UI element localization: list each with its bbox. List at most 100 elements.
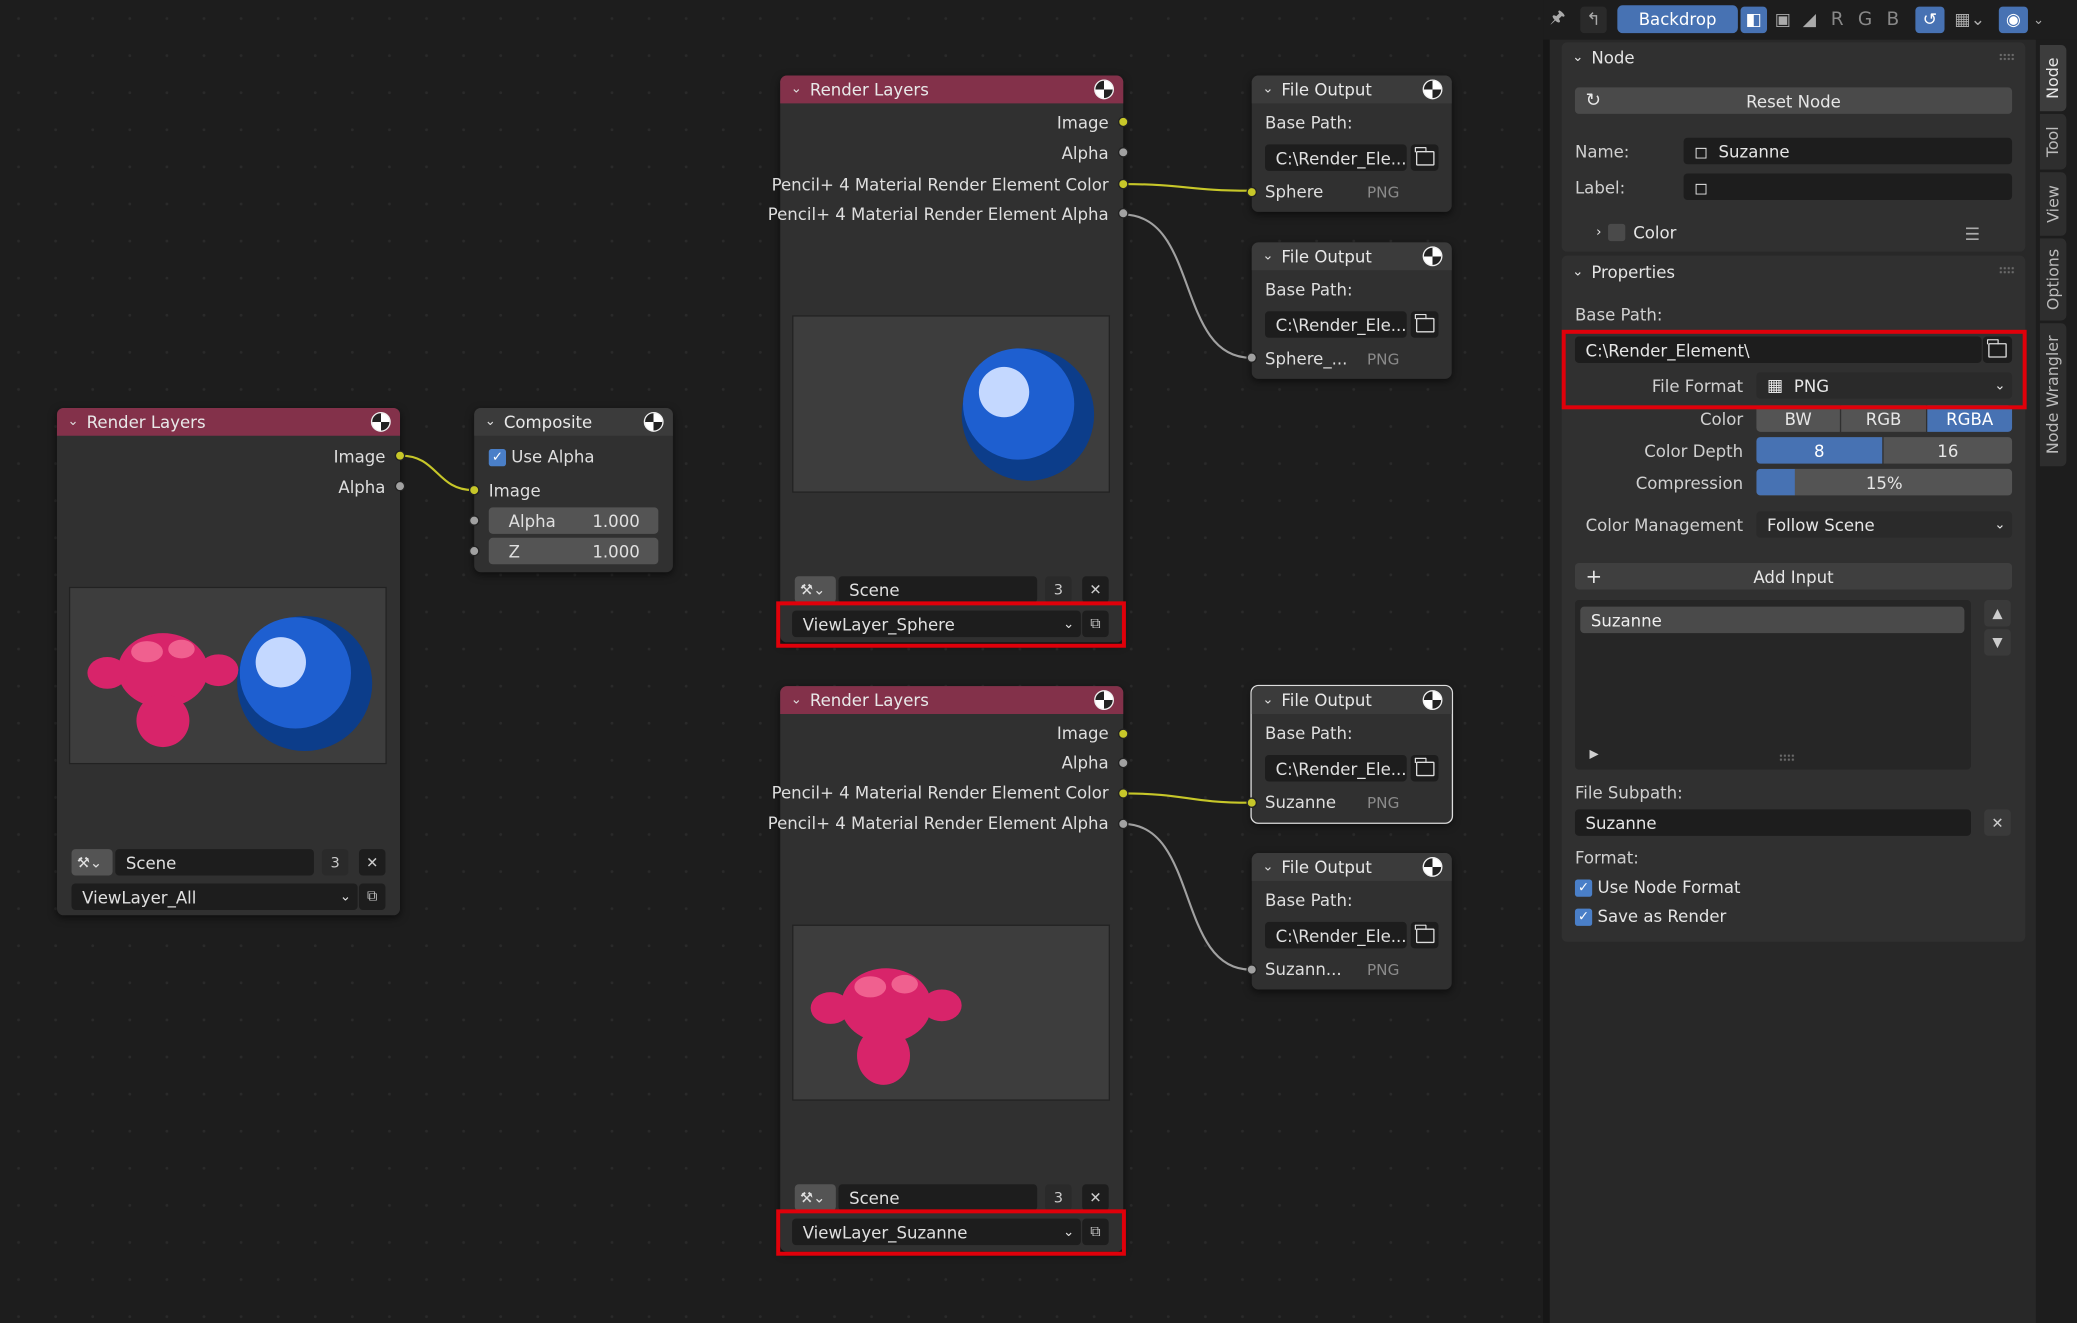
render-layers-node-sphere[interactable]: ⌄ Render Layers Image Alpha Pencil+ 4 Ma… (768, 75, 1129, 643)
collapse-chevron-icon[interactable]: ⌄ (68, 415, 79, 430)
checkbox-checked-icon[interactable]: ✓ (488, 449, 506, 467)
base-path-field[interactable]: C:\Render_Ele... (1264, 144, 1407, 171)
tab-view[interactable]: View (2039, 172, 2067, 236)
node-header[interactable]: ⌄ Render Layers (780, 686, 1124, 714)
node-header[interactable]: ⌄ File Output (1251, 242, 1452, 271)
list-resize-grip-icon[interactable] (1778, 753, 1795, 762)
scene-field[interactable]: Scene (115, 849, 314, 876)
compression-slider[interactable]: 15% (1756, 468, 2013, 496)
snap-icon[interactable]: ↺ (1915, 6, 1945, 34)
remove-input-icon[interactable]: ✕ (1984, 809, 2011, 836)
move-down-icon[interactable]: ▼ (1984, 629, 2011, 656)
scene-unlink-icon[interactable]: ✕ (358, 849, 386, 876)
panel-drag-grip-icon[interactable] (1998, 266, 2015, 275)
scene-unlink-icon[interactable]: ✕ (1082, 576, 1109, 603)
file-subpath-field[interactable]: Suzanne (1574, 809, 1972, 836)
snap-target-icon[interactable]: ▦⌄ (1948, 7, 1990, 33)
list-expand-icon[interactable]: ▶ (1590, 748, 1599, 761)
base-path-field[interactable]: C:\Render_Ele... (1264, 921, 1407, 949)
tab-node[interactable]: Node (2039, 45, 2067, 112)
collapse-chevron-icon[interactable]: ⌄ (1262, 860, 1273, 875)
folder-icon[interactable] (1410, 144, 1439, 171)
backdrop-color-alpha-icon[interactable]: ◧ (1740, 6, 1768, 34)
output-image-socket[interactable] (1117, 728, 1129, 740)
channel-g-toggle[interactable]: G (1853, 7, 1877, 32)
scene-unlink-icon[interactable]: ✕ (1082, 1184, 1109, 1211)
tab-options[interactable]: Options (2039, 238, 2067, 321)
scene-selector-icon[interactable]: ⚒⌄ (71, 849, 113, 876)
collapse-chevron-icon[interactable]: ⌄ (791, 693, 802, 708)
collapse-chevron-icon[interactable]: ⌄ (1262, 693, 1273, 708)
collapse-chevron-icon[interactable]: ⌄ (791, 82, 802, 97)
overlay-dropdown-icon[interactable]: ⌄ (2029, 7, 2048, 33)
render-layers-node-suzanne[interactable]: ⌄ Render Layers Image Alpha Pencil+ 4 Ma… (768, 686, 1129, 1252)
input-socket[interactable] (1246, 186, 1258, 198)
scene-selector-icon[interactable]: ⚒⌄ (794, 576, 836, 603)
collapse-chevron-icon[interactable]: ⌄ (485, 415, 496, 430)
scene-field[interactable]: Scene (838, 1184, 1038, 1211)
panel-drag-grip-icon[interactable] (1998, 52, 2015, 61)
node-header[interactable]: ⌄ File Output (1251, 686, 1452, 714)
node-header[interactable]: ⌄ Render Layers (780, 75, 1124, 104)
composite-node[interactable]: ⌄ Composite ✓ Use Alpha Image Alpha 1.000… (468, 407, 673, 573)
reset-node-button[interactable]: ↻ Reset Node (1574, 87, 2013, 114)
tab-tool[interactable]: Tool (2039, 113, 2067, 170)
node-header[interactable]: ⌄ Render Layers (56, 407, 401, 436)
move-up-icon[interactable]: ▲ (1984, 600, 2011, 627)
collapse-chevron-icon[interactable]: ⌄ (1262, 82, 1273, 97)
output-alpha-socket[interactable] (1117, 757, 1129, 769)
copy-icon[interactable]: ⧉ (358, 883, 386, 911)
properties-panel-header[interactable]: ⌄ Properties (1572, 262, 1675, 282)
input-alpha-socket[interactable] (468, 515, 480, 526)
file-output-node-suzanne-alpha[interactable]: ⌄ File Output Base Path: C:\Render_Ele...… (1246, 853, 1452, 990)
color-subpanel-header[interactable]: › Color (1596, 223, 1676, 243)
color-depth-16[interactable]: 16 (1883, 437, 2013, 464)
backdrop-color-icon[interactable]: ▣ (1770, 7, 1796, 33)
node-panel-header[interactable]: ⌄ Node (1572, 48, 1634, 68)
backdrop-alpha-icon[interactable]: ◢ (1796, 7, 1822, 33)
base-path-field[interactable]: C:\Render_Ele... (1264, 755, 1407, 782)
input-socket[interactable] (1246, 352, 1258, 363)
output-alpha-socket[interactable] (394, 480, 406, 492)
output-pencil-color-socket[interactable] (1117, 788, 1129, 799)
scene-field[interactable]: Scene (838, 576, 1038, 603)
file-output-node-suzanne[interactable]: ⌄ File Output Base Path: C:\Render_Ele...… (1246, 684, 1454, 824)
render-layers-node-all[interactable]: ⌄ Render Layers Image Alpha ⚒⌄ Scene 3 ✕… (56, 407, 406, 916)
file-output-node-sphere-alpha[interactable]: ⌄ File Output Base Path: C:\Render_Ele...… (1246, 242, 1452, 379)
sidebar-divider[interactable] (1543, 39, 1550, 1323)
use-alpha-checkbox[interactable]: ✓ Use Alpha (488, 446, 595, 467)
output-alpha-socket[interactable] (1117, 147, 1129, 158)
node-header[interactable]: ⌄ File Output (1251, 853, 1452, 881)
input-socket[interactable] (1246, 797, 1258, 809)
presets-list-icon[interactable]: ☰ (1959, 221, 1985, 247)
tab-node-wrangler[interactable]: Node Wrangler (2039, 323, 2067, 467)
input-image-socket[interactable] (468, 484, 480, 496)
input-socket[interactable] (1246, 964, 1258, 975)
backdrop-toggle-button[interactable]: Backdrop (1617, 5, 1738, 34)
checkbox-checked-icon[interactable]: ✓ (1574, 879, 1593, 897)
input-z-socket[interactable] (468, 545, 480, 557)
output-pencil-alpha-socket[interactable] (1117, 818, 1129, 830)
node-header[interactable]: ⌄ Composite (474, 407, 673, 436)
pin-icon[interactable]: 🖈 (1544, 7, 1570, 33)
save-as-render-checkbox[interactable]: ✓ Save as Render (1574, 906, 1726, 926)
output-image-socket[interactable] (1117, 116, 1129, 128)
inputs-list-item[interactable]: Suzanne (1580, 606, 1965, 634)
color-depth-8[interactable]: 8 (1756, 437, 1883, 464)
name-field[interactable]: ◻ Suzanne (1683, 137, 2013, 165)
output-pencil-color-socket[interactable] (1117, 178, 1129, 190)
file-output-node-sphere[interactable]: ⌄ File Output Base Path: C:\Render_Ele...… (1246, 75, 1452, 212)
scene-selector-icon[interactable]: ⚒⌄ (794, 1184, 836, 1211)
use-node-format-checkbox[interactable]: ✓ Use Node Format (1574, 877, 1740, 897)
folder-icon[interactable] (1410, 921, 1439, 949)
color-management-dropdown[interactable]: Follow Scene ⌄ (1756, 511, 2013, 538)
channel-b-toggle[interactable]: B (1881, 7, 1905, 32)
output-pencil-alpha-socket[interactable] (1117, 207, 1129, 219)
label-field[interactable]: ◻ (1683, 173, 2013, 201)
alpha-value-field[interactable]: Alpha 1.000 (488, 507, 659, 534)
folder-icon[interactable] (1410, 311, 1439, 338)
output-image-socket[interactable] (394, 450, 406, 461)
node-header[interactable]: ⌄ File Output (1251, 75, 1452, 104)
add-input-button[interactable]: + Add Input (1574, 562, 2013, 590)
color-checkbox[interactable] (1608, 223, 1626, 242)
